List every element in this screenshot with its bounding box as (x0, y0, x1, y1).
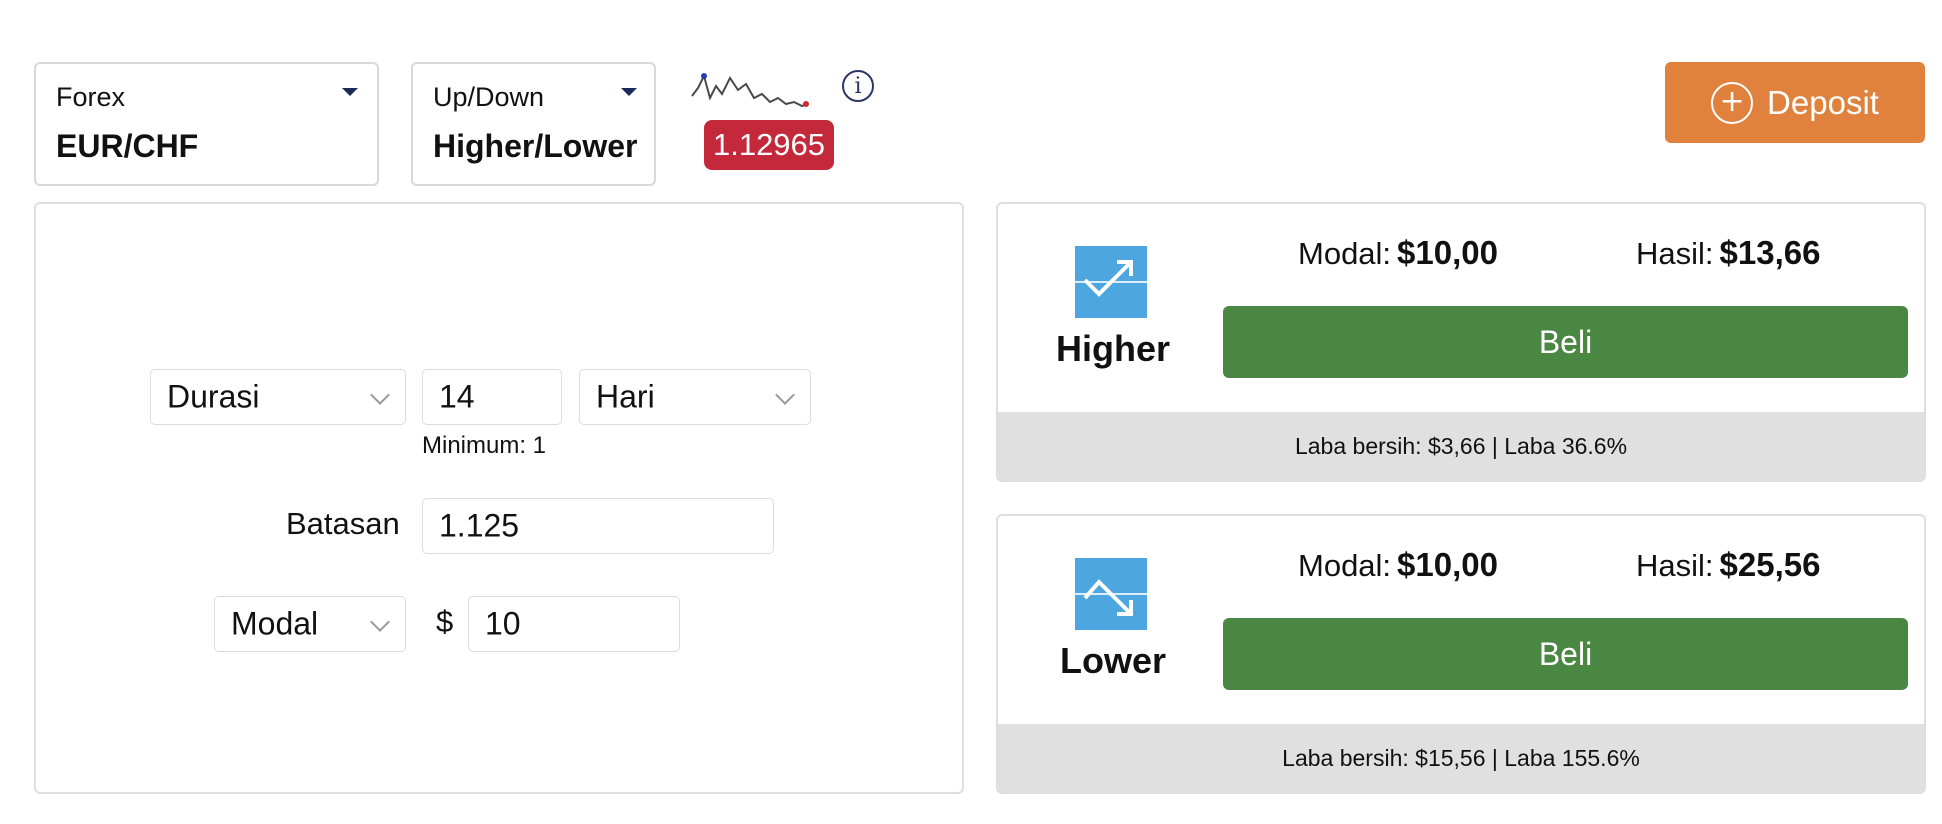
modal-label: Modal: (1298, 236, 1392, 271)
trend-up-icon (1075, 246, 1147, 318)
chevron-down-icon (370, 612, 390, 632)
type-value: Higher/Lower (433, 128, 638, 164)
higher-modal: Modal: $10,00 (1298, 234, 1498, 272)
stake-type-label: Modal (231, 605, 319, 642)
asset-value: EUR/CHF (56, 128, 199, 164)
buy-higher-button[interactable]: Beli (1223, 306, 1908, 378)
caret-down-icon (621, 88, 637, 96)
modal-value: $10,00 (1397, 234, 1498, 271)
type-dropdown[interactable]: Up/Down Higher/Lower (411, 62, 656, 186)
currency-symbol: $ (436, 604, 454, 639)
limit-input[interactable]: 1.125 (422, 498, 774, 554)
price-badge: 1.12965 (704, 120, 834, 170)
higher-profit-summary: Laba bersih: $3,66 | Laba 36.6% (998, 412, 1924, 480)
chevron-down-icon (775, 385, 795, 405)
lower-profit-summary: Laba bersih: $15,56 | Laba 155.6% (998, 724, 1924, 792)
higher-result: Hasil: $13,66 (1636, 234, 1820, 272)
deposit-button[interactable]: + Deposit (1665, 62, 1925, 143)
trend-down-icon (1075, 558, 1147, 630)
modal-label: Modal: (1298, 548, 1392, 583)
trade-form-panel: Durasi 14 Hari Minimum: 1 Batasan 1.125 … (34, 202, 964, 794)
asset-category: Forex (56, 82, 126, 112)
result-value: $25,56 (1719, 546, 1821, 583)
lower-label: Lower (1059, 640, 1166, 681)
limit-label: Batasan (286, 506, 400, 541)
stake-value: 10 (485, 605, 521, 642)
limit-value: 1.125 (439, 507, 520, 544)
duration-unit-label: Hari (596, 378, 655, 415)
info-circle-icon[interactable]: i (842, 70, 874, 102)
stake-type-select[interactable]: Modal (214, 596, 406, 652)
lower-result: Hasil: $25,56 (1636, 546, 1820, 584)
duration-unit-select[interactable]: Hari (579, 369, 811, 425)
plus-circle-icon: + (1711, 81, 1754, 124)
lower-modal: Modal: $10,00 (1298, 546, 1498, 584)
sparkline-icon (691, 73, 809, 108)
chevron-down-icon (370, 385, 390, 405)
duration-type-select[interactable]: Durasi (150, 369, 406, 425)
higher-option-card: Higher Modal: $10,00 Hasil: $13,66 Beli La… (996, 202, 1926, 482)
result-value: $13,66 (1719, 234, 1821, 271)
deposit-label: Deposit (1767, 83, 1879, 121)
duration-hint: Minimum: 1 (422, 432, 547, 459)
stake-input[interactable]: 10 (468, 596, 680, 652)
modal-value: $10,00 (1397, 546, 1498, 583)
result-label: Hasil: (1636, 236, 1714, 271)
lower-option-card: Lower Modal: $10,00 Hasil: $25,56 Beli Lab… (996, 514, 1926, 794)
higher-label: Higher (1055, 328, 1170, 369)
asset-dropdown[interactable]: Forex EUR/CHF (34, 62, 379, 186)
duration-type-label: Durasi (167, 378, 260, 415)
type-category: Up/Down (433, 82, 545, 112)
buy-lower-button[interactable]: Beli (1223, 618, 1908, 690)
result-label: Hasil: (1636, 548, 1714, 583)
caret-down-icon (342, 88, 358, 96)
duration-value: 14 (439, 378, 475, 415)
duration-input[interactable]: 14 (422, 369, 562, 425)
